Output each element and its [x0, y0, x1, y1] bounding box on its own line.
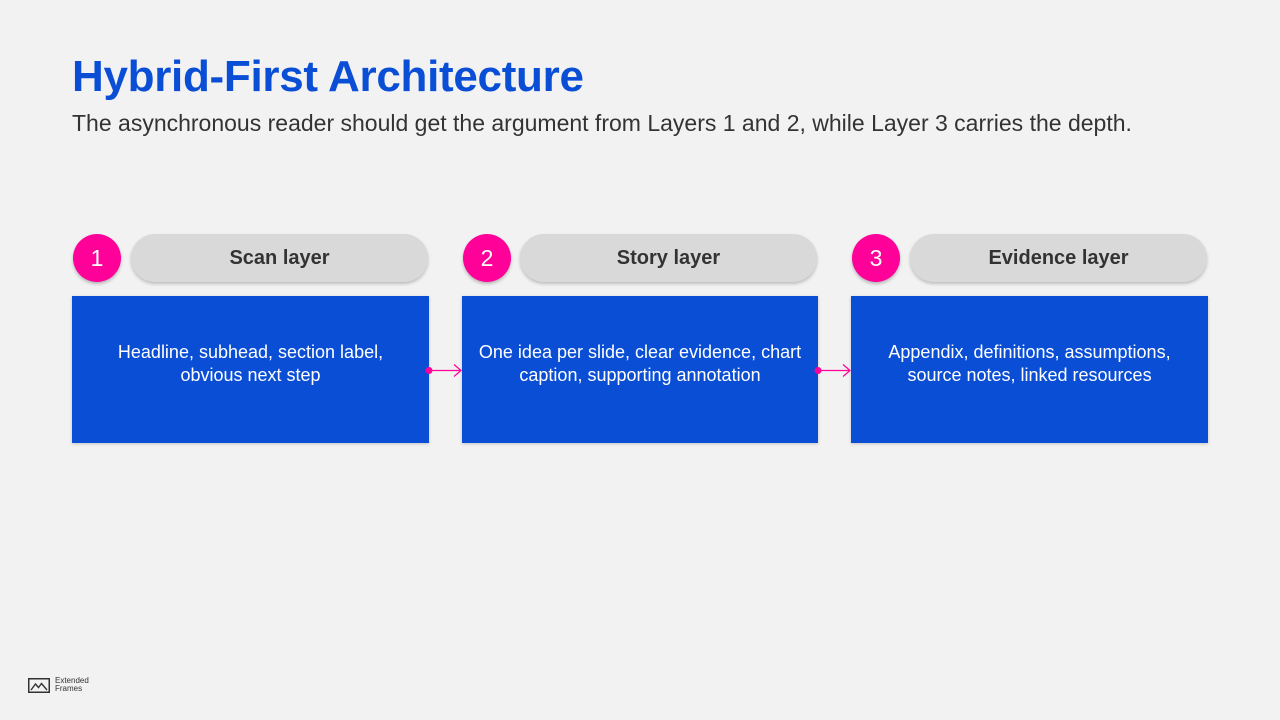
- brand-logo: Extended Frames: [28, 677, 89, 693]
- landscape-frame-icon: [28, 677, 50, 693]
- brand-name-line-2: Frames: [55, 684, 83, 693]
- brand-name: Extended Frames: [55, 677, 89, 693]
- connector-arrow-2-to-3: [814, 364, 851, 377]
- layer-connectors: [425, 364, 851, 377]
- connector-arrow-1-to-2: [425, 364, 462, 377]
